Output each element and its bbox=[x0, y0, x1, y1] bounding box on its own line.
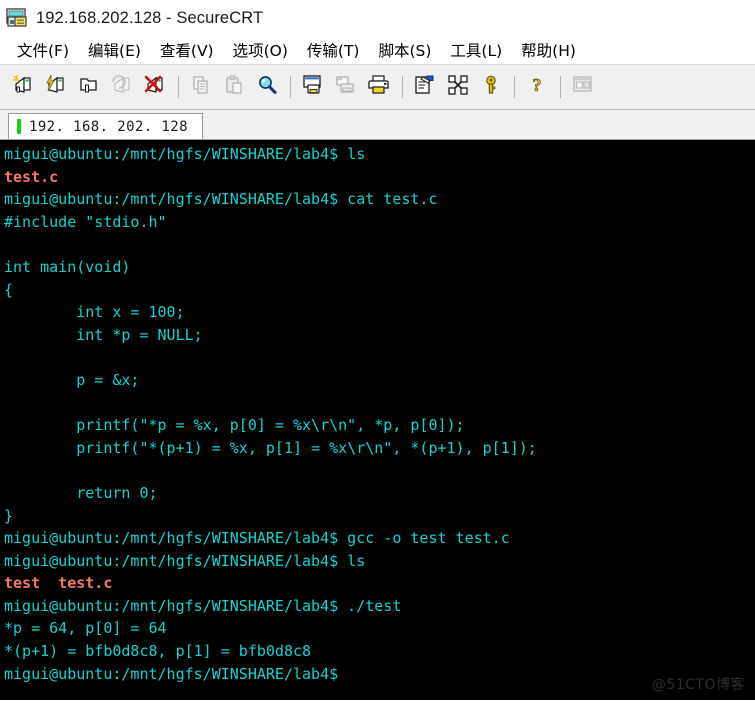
securecrt-app-icon bbox=[6, 7, 28, 29]
terminal-line: { bbox=[4, 280, 14, 299]
terminal-line: migui@ubuntu:/mnt/hgfs/WINSHARE/lab4$ gc… bbox=[4, 529, 510, 548]
tab-strip: 192. 168. 202. 128 bbox=[0, 110, 755, 140]
menu-help[interactable]: 帮助(H) bbox=[512, 37, 586, 63]
terminal-line: int *p = NULL; bbox=[4, 325, 203, 344]
connect-in-tab-icon bbox=[77, 73, 101, 102]
title-bar: 192.168.202.128 - SecureCRT bbox=[0, 0, 755, 36]
window-title: 192.168.202.128 - SecureCRT bbox=[36, 8, 264, 27]
toolbar-separator bbox=[290, 76, 291, 98]
terminal-line: migui@ubuntu:/mnt/hgfs/WINSHARE/lab4$ bbox=[4, 664, 339, 683]
toolbar-separator bbox=[178, 76, 179, 98]
terminal-line: int x = 100; bbox=[4, 303, 185, 322]
menu-file[interactable]: 文件(F) bbox=[8, 37, 79, 63]
terminal-output[interactable]: migui@ubuntu:/mnt/hgfs/WINSHARE/lab4$ ls… bbox=[0, 140, 755, 700]
toolbar-copy[interactable] bbox=[186, 72, 216, 102]
terminal-line: return 0; bbox=[4, 483, 158, 502]
terminal-line: migui@ubuntu:/mnt/hgfs/WINSHARE/lab4$ ./… bbox=[4, 596, 402, 615]
terminal-line: int main(void) bbox=[4, 257, 131, 276]
find-icon bbox=[256, 74, 278, 101]
tab-session-192-168-202-128[interactable]: 192. 168. 202. 128 bbox=[8, 113, 203, 139]
print-icon bbox=[367, 73, 391, 102]
global-options-icon bbox=[446, 73, 470, 102]
toolbar-find[interactable] bbox=[252, 72, 282, 102]
toolbar-log-session[interactable] bbox=[331, 72, 361, 102]
disconnect-icon bbox=[143, 73, 167, 102]
menu-tools[interactable]: 工具(L) bbox=[441, 37, 512, 63]
print-screen-icon bbox=[301, 73, 325, 102]
terminal-line: migui@ubuntu:/mnt/hgfs/WINSHARE/lab4$ ls bbox=[4, 145, 366, 163]
toolbar-quick-connect[interactable] bbox=[41, 72, 71, 102]
menu-bar: 文件(F) 编辑(E) 查看(V) 选项(O) 传输(T) 脚本(S) 工具(L… bbox=[0, 36, 755, 64]
toolbar-disconnect[interactable] bbox=[140, 72, 170, 102]
toolbar-global-options[interactable] bbox=[443, 72, 473, 102]
log-session-icon bbox=[334, 73, 358, 102]
terminal-line: printf("*(p+1) = %x, p[1] = %x\r\n", *(p… bbox=[4, 438, 537, 457]
toolbar-reconnect[interactable] bbox=[107, 72, 137, 102]
copy-icon bbox=[190, 74, 212, 101]
terminal-line: p = &x; bbox=[4, 370, 140, 389]
terminal-line: test.c bbox=[4, 167, 59, 186]
toolbar-arrange-windows[interactable] bbox=[568, 72, 598, 102]
session-options-icon bbox=[413, 73, 437, 102]
svg-text:?: ? bbox=[533, 75, 542, 95]
toolbar-help[interactable]: ? bbox=[522, 72, 552, 102]
arrange-windows-icon bbox=[571, 73, 595, 102]
menu-view[interactable]: 查看(V) bbox=[151, 37, 224, 63]
toolbar-separator bbox=[514, 76, 515, 98]
toolbar-connect[interactable] bbox=[8, 72, 38, 102]
toolbar-separator bbox=[402, 76, 403, 98]
toolbar-paste[interactable] bbox=[219, 72, 249, 102]
terminal-line: printf("*p = %x, p[0] = %x\r\n", *p, p[0… bbox=[4, 416, 465, 435]
menu-transfer[interactable]: 传输(T) bbox=[298, 37, 370, 63]
paste-icon bbox=[223, 74, 245, 101]
toolbar-separator bbox=[560, 76, 561, 98]
toolbar-key-manager[interactable] bbox=[476, 72, 506, 102]
terminal-line: *p = 64, p[0] = 64 bbox=[4, 619, 167, 638]
reconnect-icon bbox=[110, 73, 134, 102]
terminal-line: } bbox=[4, 506, 14, 525]
toolbar-print-screen[interactable] bbox=[298, 72, 328, 102]
toolbar-session-options[interactable] bbox=[410, 72, 440, 102]
menu-script[interactable]: 脚本(S) bbox=[369, 37, 441, 63]
terminal-line: #include "stdio.h" bbox=[4, 212, 167, 231]
help-icon: ? bbox=[526, 74, 548, 101]
terminal-line: migui@ubuntu:/mnt/hgfs/WINSHARE/lab4$ ls bbox=[4, 551, 366, 570]
toolbar-print[interactable] bbox=[364, 72, 394, 102]
terminal-line: migui@ubuntu:/mnt/hgfs/WINSHARE/lab4$ ca… bbox=[4, 190, 438, 209]
quick-connect-icon bbox=[44, 73, 68, 102]
toolbar-connect-in-tab[interactable] bbox=[74, 72, 104, 102]
tab-connection-led bbox=[17, 119, 21, 134]
connect-icon bbox=[11, 73, 35, 102]
key-icon bbox=[480, 74, 502, 101]
toolbar: ? bbox=[0, 64, 755, 110]
terminal-line: test test.c bbox=[4, 574, 113, 593]
menu-edit[interactable]: 编辑(E) bbox=[79, 37, 151, 63]
menu-options[interactable]: 选项(O) bbox=[224, 37, 298, 63]
terminal-line: *(p+1) = bfb0d8c8, p[1] = bfb0d8c8 bbox=[4, 642, 312, 661]
tab-label: 192. 168. 202. 128 bbox=[29, 118, 188, 135]
